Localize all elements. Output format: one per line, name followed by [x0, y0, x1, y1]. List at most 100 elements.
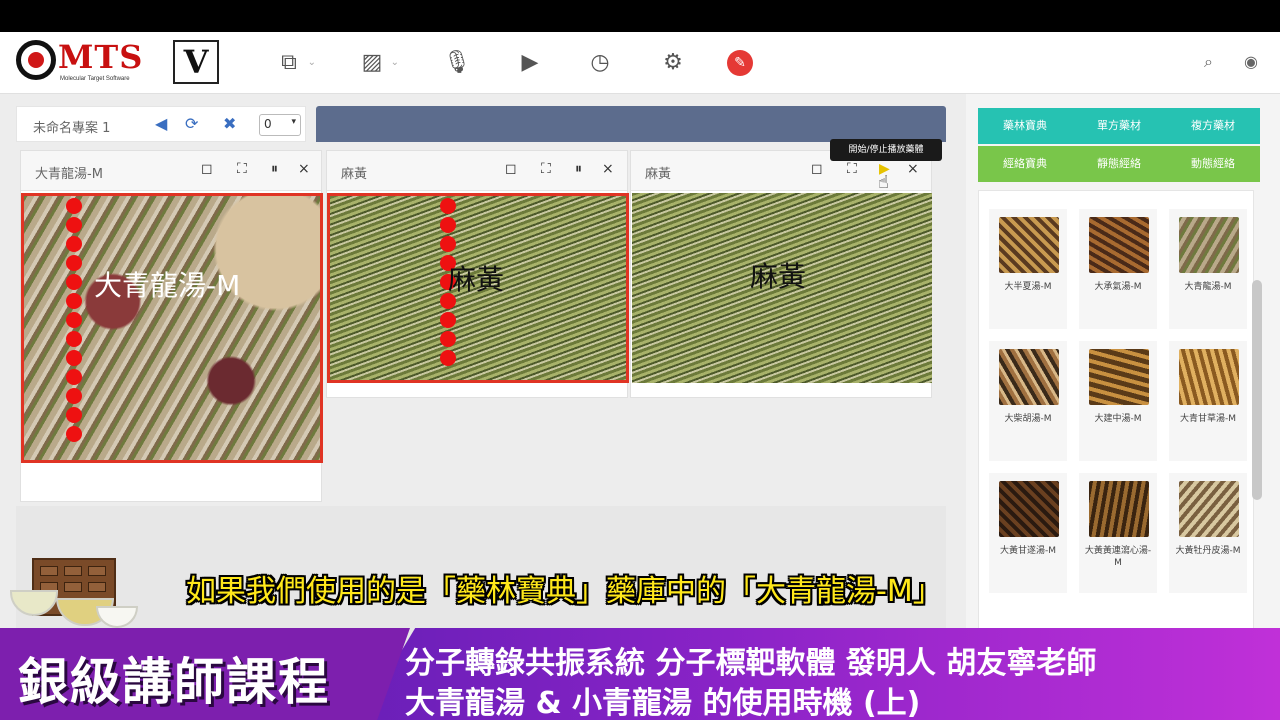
copy-icon[interactable]: ⧉ ⌄ — [274, 48, 316, 78]
panel-title: 麻黃 — [341, 167, 368, 182]
close-icon[interactable]: ✖ — [223, 114, 236, 133]
logo-subtitle: Molecular Target Software — [60, 76, 130, 82]
panel-title: 大青龍湯-M — [35, 167, 103, 182]
formula-thumbnail — [1089, 217, 1149, 273]
tab-single-herbs[interactable]: 單方藥材 — [1072, 108, 1166, 144]
chevron-down-icon: ▾ — [291, 117, 296, 127]
clock-icon[interactable]: ◷ — [585, 48, 615, 78]
fullscreen-icon[interactable]: ⛶ — [237, 161, 247, 177]
list-item[interactable]: 大建中湯-M — [1079, 341, 1157, 461]
formula-label: 大青甘草湯-M — [1179, 414, 1236, 424]
herb-overlay-text: 大青龍湯-M — [94, 269, 241, 302]
copy-glyph: ⧉ — [281, 50, 297, 75]
image-glyph: ▨ — [361, 50, 383, 75]
chevron-down-icon: ⌄ — [307, 57, 316, 68]
square-icon[interactable]: ◻ — [505, 161, 517, 177]
video-subtitle: 如果我們使用的是「藥林寶典」藥庫中的「大青龍湯-M」 — [186, 574, 943, 609]
select-value: 0 — [264, 117, 272, 131]
tab-herb-encyclopedia[interactable]: 藥林寶典 — [978, 108, 1072, 144]
chevron-down-icon: ⌄ — [390, 57, 399, 68]
formula-thumbnail — [1179, 217, 1239, 273]
refresh-icon[interactable]: ⟳ — [185, 114, 198, 133]
formula-label: 大建中湯-M — [1094, 414, 1142, 424]
mouse-cursor-icon: ☝ — [878, 172, 889, 193]
app-header: MTS Molecular Target Software V ⧉ ⌄ ▨ ⌄ 🎙 … — [0, 32, 1280, 94]
list-item[interactable]: 大青甘草湯-M — [1169, 341, 1247, 461]
playback-bar — [316, 106, 946, 142]
sidebar-scrollbar[interactable] — [1252, 280, 1262, 500]
image-icon[interactable]: ▨ ⌄ — [357, 48, 399, 78]
pause-icon[interactable]: ⏸ — [575, 161, 582, 177]
formula-thumbnail — [999, 349, 1059, 405]
formula-thumbnail — [999, 217, 1059, 273]
library-sidebar: 藥林寶典 單方藥材 複方藥材 經絡寶典 靜態經絡 動態經絡 大半夏湯-M 大承氣… — [966, 94, 1280, 720]
formula-thumbnail — [1179, 481, 1239, 537]
tab-meridian-encyclopedia[interactable]: 經絡寶典 — [978, 146, 1072, 182]
library-tabs-row-1: 藥林寶典 單方藥材 複方藥材 — [978, 108, 1260, 144]
play-icon[interactable]: ▶ — [515, 48, 545, 78]
fullscreen-icon[interactable]: ⛶ — [847, 161, 857, 177]
list-item[interactable]: 大黃甘遂湯-M — [989, 473, 1067, 593]
fullscreen-icon[interactable]: ⛶ — [541, 161, 551, 177]
herb-panel-1: 大青龍湯-M ◻ ⛶ ⏸ × 大青龍湯-M — [20, 150, 323, 502]
list-item[interactable]: 大青龍湯-M — [1169, 209, 1247, 329]
formula-label: 大黃黃連瀉心湯-M — [1084, 546, 1152, 568]
logo-text: MTS — [58, 38, 144, 76]
gear-icon[interactable]: ⚙ — [658, 48, 688, 78]
wrench-icon[interactable]: ✎ — [727, 50, 753, 76]
panel-title: 麻黃 — [645, 167, 672, 182]
tab-dynamic-meridian[interactable]: 動態經絡 — [1166, 146, 1260, 182]
square-icon[interactable]: ◻ — [811, 161, 823, 177]
project-select[interactable]: 0 ▾ — [259, 114, 301, 136]
course-banner: 銀級講師課程 分子轉錄共振系統 分子標靶軟體 發明人 胡友寧老師 大青龍湯 & … — [0, 628, 1280, 720]
square-icon[interactable]: ◻ — [201, 161, 213, 177]
project-name[interactable]: 未命名專案 1 — [33, 117, 110, 136]
mode-badge[interactable]: V — [173, 40, 219, 84]
banner-title: 銀級講師課程 — [18, 653, 330, 711]
formula-thumbnail — [1179, 349, 1239, 405]
close-icon[interactable]: × — [907, 161, 919, 177]
formula-label: 大承氣湯-M — [1094, 282, 1142, 292]
panel-header: 麻黃 ◻ ⛶ ⏸ × — [327, 151, 627, 191]
app-window: MTS Molecular Target Software V ⧉ ⌄ ▨ ⌄ 🎙 … — [0, 32, 1280, 720]
volume-icon[interactable]: ◀ — [155, 114, 167, 133]
pause-icon[interactable]: ⏸ — [271, 161, 278, 177]
marker-dots — [66, 198, 84, 445]
list-item[interactable]: 大柴胡湯-M — [989, 341, 1067, 461]
list-item[interactable]: 大黃黃連瀉心湯-M — [1079, 473, 1157, 593]
screen: MTS Molecular Target Software V ⧉ ⌄ ▨ ⌄ 🎙 … — [0, 0, 1280, 720]
herb-panel-2: 麻黃 ◻ ⛶ ⏸ × 麻黃 — [326, 150, 629, 398]
tab-compound-herbs[interactable]: 複方藥材 — [1166, 108, 1260, 144]
banner-line-1: 分子轉錄共振系統 分子標靶軟體 發明人 胡友寧老師 — [405, 646, 1097, 681]
banner-line-2: 大青龍湯 & 小青龍湯 的使用時機 (上) — [405, 686, 921, 720]
list-item[interactable]: 大承氣湯-M — [1079, 209, 1157, 329]
herb-image: 大青龍湯-M — [21, 193, 323, 463]
close-icon[interactable]: × — [602, 161, 614, 177]
close-icon[interactable]: × — [298, 161, 310, 177]
tab-static-meridian[interactable]: 靜態經絡 — [1072, 146, 1166, 182]
eye-icon[interactable]: ◉ — [1244, 52, 1258, 71]
formula-label: 大黃甘遂湯-M — [999, 546, 1056, 556]
herb-overlay-text: 麻黃 — [750, 260, 807, 293]
herb-image: 麻黃 — [632, 193, 932, 383]
formula-thumbnail — [1089, 349, 1149, 405]
mts-logo: MTS Molecular Target Software — [16, 38, 166, 88]
formula-label: 大黃牡丹皮湯-M — [1175, 546, 1241, 556]
formula-thumbnail — [1089, 481, 1149, 537]
formula-label: 大青龍湯-M — [1184, 282, 1232, 292]
search-icon[interactable]: ⌕ — [1204, 52, 1213, 72]
panel-header: 大青龍湯-M ◻ ⛶ ⏸ × — [21, 151, 321, 191]
list-item[interactable]: 大黃牡丹皮湯-M — [1169, 473, 1247, 593]
microphone-icon[interactable]: 🎙 — [442, 48, 472, 78]
formula-label: 大柴胡湯-M — [1004, 414, 1052, 424]
list-item[interactable]: 大半夏湯-M — [989, 209, 1067, 329]
library-tabs-row-2: 經絡寶典 靜態經絡 動態經絡 — [978, 146, 1260, 182]
logo-dot — [28, 52, 44, 68]
herb-overlay-text: 麻黃 — [448, 263, 505, 296]
letterbox-top — [0, 0, 1280, 32]
formula-thumbnail — [999, 481, 1059, 537]
play-tooltip: 開始/停止播放藥體 — [830, 139, 942, 161]
project-toolbar: 未命名專案 1 ◀ ⟳ ✖ 0 ▾ — [16, 106, 306, 142]
formula-label: 大半夏湯-M — [1004, 282, 1052, 292]
herb-image: 麻黃 — [327, 193, 629, 383]
